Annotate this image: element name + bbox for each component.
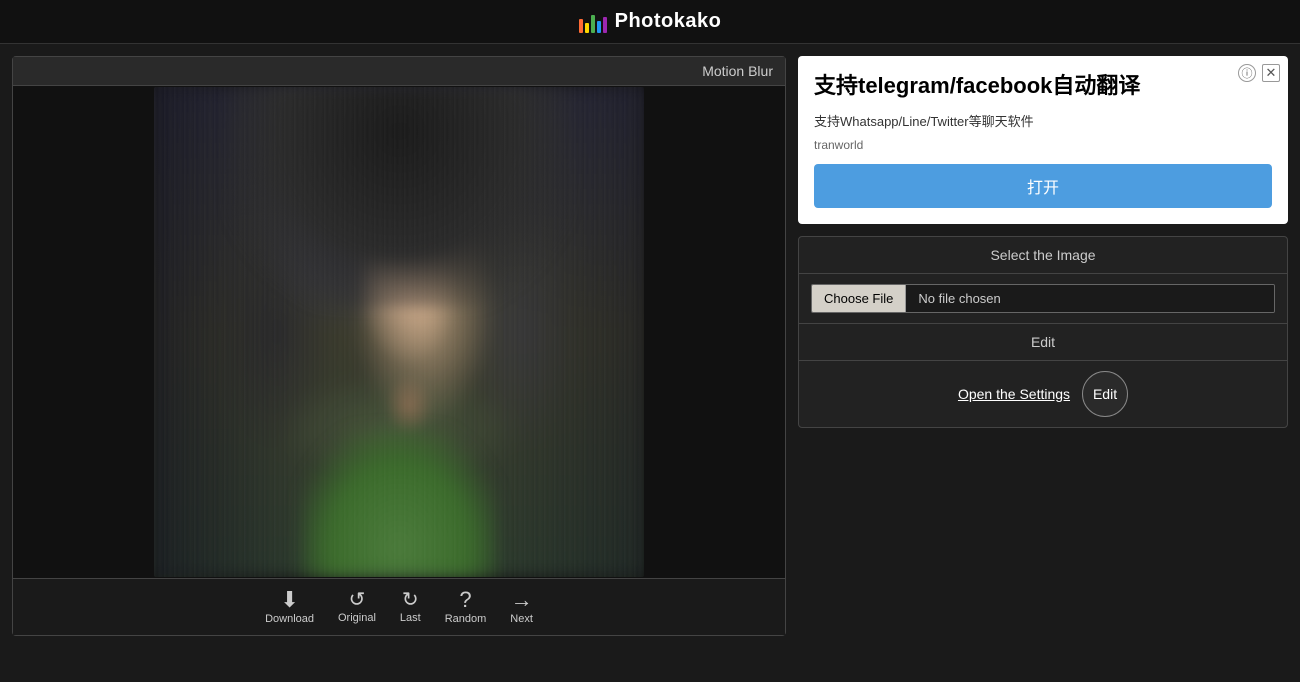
image-area	[13, 86, 785, 578]
download-label: Download	[265, 613, 314, 625]
ad-box: ⓘ ✕ 支持telegram/facebook自动翻译 支持Whatsapp/L…	[798, 56, 1288, 224]
image-toolbar: ⬇ Download ↺ Original ↻ Last ? Random → …	[13, 578, 785, 635]
random-label: Random	[445, 613, 487, 625]
last-label: Last	[400, 612, 421, 624]
open-settings-button[interactable]: Open the Settings	[958, 386, 1070, 402]
choose-file-button[interactable]: Choose File	[812, 285, 906, 312]
ad-close-button[interactable]: ✕	[1262, 64, 1280, 82]
ad-title: 支持telegram/facebook自动翻译	[814, 72, 1272, 101]
edit-label: Edit	[799, 324, 1287, 361]
blurred-photo	[154, 87, 644, 577]
ad-info-button[interactable]: ⓘ	[1238, 64, 1256, 82]
random-icon: ?	[459, 589, 471, 611]
original-icon: ↺	[349, 590, 366, 610]
next-label: Next	[510, 613, 533, 625]
logo-icon	[579, 11, 607, 33]
logo-bar-2	[585, 23, 589, 33]
last-button[interactable]: ↻ Last	[400, 590, 421, 624]
download-icon: ⬇	[280, 589, 298, 611]
header: Photokako	[0, 0, 1300, 44]
download-button[interactable]: ⬇ Download	[265, 589, 314, 625]
left-panel: Motion Blur ⬇ Download ↺ Original ↻ La	[12, 56, 786, 636]
logo-bar-4	[597, 21, 601, 33]
edit-button[interactable]: Edit	[1082, 371, 1128, 417]
ad-controls: ⓘ ✕	[1238, 64, 1280, 82]
app-title: Photokako	[615, 10, 722, 33]
ad-subtitle: 支持Whatsapp/Line/Twitter等聊天软件	[814, 111, 1272, 130]
logo: Photokako	[579, 10, 722, 33]
random-button[interactable]: ? Random	[445, 589, 487, 625]
original-button[interactable]: ↺ Original	[338, 590, 376, 624]
file-input-wrapper: Choose File No file chosen	[811, 284, 1275, 313]
motion-streak	[154, 87, 644, 577]
no-file-label: No file chosen	[906, 285, 1274, 312]
ad-open-button[interactable]: 打开	[814, 164, 1272, 208]
file-input-row: Choose File No file chosen	[799, 274, 1287, 324]
settings-row: Open the Settings Edit	[799, 361, 1287, 427]
select-image-label: Select the Image	[799, 237, 1287, 274]
original-label: Original	[338, 612, 376, 624]
last-icon: ↻	[402, 590, 419, 610]
next-icon: →	[511, 589, 533, 611]
main-content: Motion Blur ⬇ Download ↺ Original ↻ La	[0, 44, 1300, 648]
logo-bar-5	[603, 17, 607, 33]
logo-bar-3	[591, 15, 595, 33]
ad-brand: tranworld	[814, 138, 1272, 152]
controls-panel: Select the Image Choose File No file cho…	[798, 236, 1288, 428]
right-panel: ⓘ ✕ 支持telegram/facebook自动翻译 支持Whatsapp/L…	[798, 56, 1288, 636]
panel-title: Motion Blur	[13, 57, 785, 86]
logo-bar-1	[579, 19, 583, 33]
next-button[interactable]: → Next	[510, 589, 533, 625]
